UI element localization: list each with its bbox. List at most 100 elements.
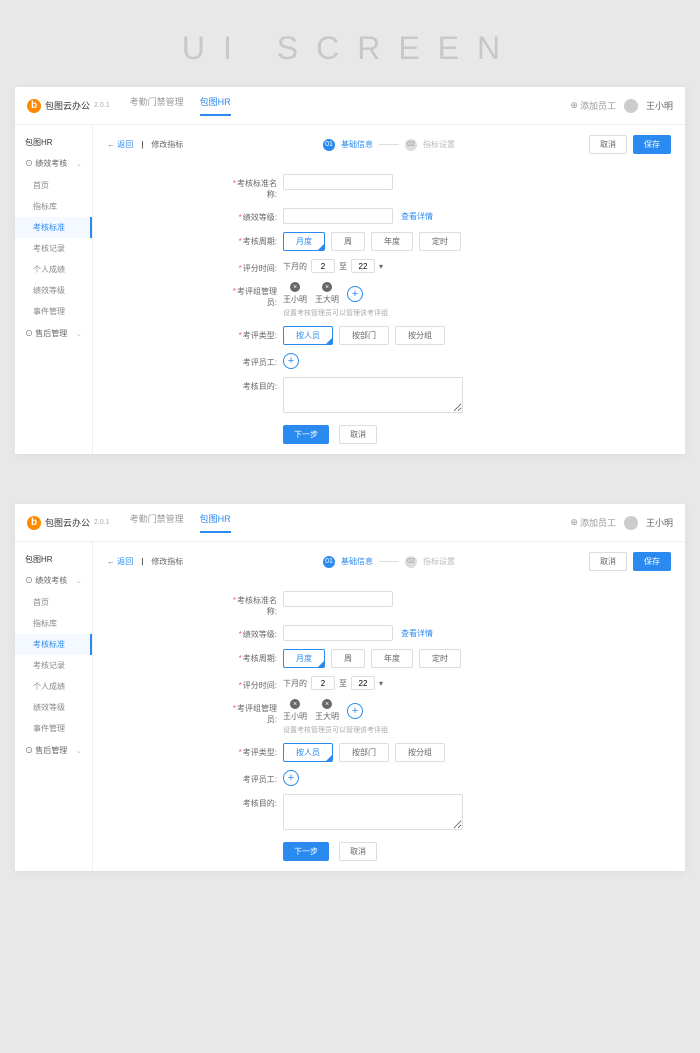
form-cancel-button[interactable]: 取消 <box>339 842 377 861</box>
avatar[interactable] <box>624 99 638 113</box>
step-1-num: 01 <box>323 556 335 568</box>
remove-person-icon[interactable]: × <box>322 282 332 292</box>
sidebar-section-aftersale[interactable]: ⊙ 售后管理⌄ <box>15 322 92 345</box>
type-tab[interactable]: 按部门 <box>339 743 389 762</box>
sidebar-item[interactable]: 个人成绩 <box>15 259 92 280</box>
date-to-input[interactable] <box>351 676 375 690</box>
form: 考核标准名称: 绩效等级:查看详情 考核周期:月度周年度定时 评分时间:下月的至… <box>107 591 671 861</box>
scope-tab[interactable]: 定时 <box>419 649 461 668</box>
level-select[interactable] <box>283 625 393 641</box>
cancel-button[interactable]: 取消 <box>589 135 627 154</box>
sidebar-item[interactable]: 绩效等级 <box>15 280 92 301</box>
sidebar-title: 包图HR <box>15 133 92 152</box>
name-input[interactable] <box>283 591 393 607</box>
add-employee-button[interactable]: ⊕添加员工 <box>570 516 616 529</box>
back-link[interactable]: ← 返回 <box>107 556 133 567</box>
top-tabs: 考勤门禁管理包图HR <box>130 95 231 116</box>
type-tab[interactable]: 按人员 <box>283 326 333 345</box>
page-title: UI SCREEN <box>0 0 700 87</box>
sidebar-item[interactable]: 考核标准 <box>15 217 92 238</box>
scope-tab[interactable]: 年度 <box>371 232 413 251</box>
scope-tab[interactable]: 月度 <box>283 232 325 251</box>
chevron-down-icon: ⌄ <box>76 160 82 168</box>
cancel-button[interactable]: 取消 <box>589 552 627 571</box>
form-cancel-button[interactable]: 取消 <box>339 425 377 444</box>
managers-row: ×王小明×王大明+ <box>283 282 671 305</box>
top-tab[interactable]: 包图HR <box>200 95 231 116</box>
save-button[interactable]: 保存 <box>633 135 671 154</box>
scope-tab[interactable]: 年度 <box>371 649 413 668</box>
scope-tabs: 月度周年度定时 <box>283 649 671 668</box>
purpose-textarea[interactable] <box>283 377 463 413</box>
type-tab[interactable]: 按部门 <box>339 326 389 345</box>
date-from-input[interactable] <box>311 259 335 273</box>
sidebar-item[interactable]: 首页 <box>15 175 92 196</box>
add-manager-button[interactable]: + <box>347 703 363 719</box>
scope-tab[interactable]: 周 <box>331 649 365 668</box>
person-chip: ×王大明 <box>315 699 339 722</box>
type-tab[interactable]: 按分组 <box>395 326 445 345</box>
sidebar-section-performance[interactable]: ⊙ 绩效考核⌄ <box>15 152 92 175</box>
date-prefix: 下月的 <box>283 678 307 689</box>
date-from-input[interactable] <box>311 676 335 690</box>
type-tab[interactable]: 按分组 <box>395 743 445 762</box>
back-link[interactable]: ← 返回 <box>107 139 133 150</box>
sidebar-item[interactable]: 考核标准 <box>15 634 92 655</box>
scope-tab[interactable]: 月度 <box>283 649 325 668</box>
logo-version: 2.0.1 <box>94 519 110 526</box>
view-detail-link[interactable]: 查看详情 <box>401 212 433 221</box>
purpose-textarea[interactable] <box>283 794 463 830</box>
save-button[interactable]: 保存 <box>633 552 671 571</box>
top-tab[interactable]: 考勤门禁管理 <box>130 95 184 116</box>
form-actions: 下一步 取消 <box>283 425 671 444</box>
add-employee-button[interactable]: ⊕添加员工 <box>570 99 616 112</box>
sidebar-section-performance[interactable]: ⊙ 绩效考核⌄ <box>15 569 92 592</box>
date-prefix: 下月的 <box>283 261 307 272</box>
type-label: 考评类型: <box>227 326 277 341</box>
avatar[interactable] <box>624 516 638 530</box>
purpose-label: 考核目的: <box>227 377 277 392</box>
staff-label: 考评员工: <box>227 770 277 785</box>
sidebar-section-aftersale[interactable]: ⊙ 售后管理⌄ <box>15 739 92 762</box>
scope-tab[interactable]: 周 <box>331 232 365 251</box>
breadcrumb-current: 修改指标 <box>151 556 183 567</box>
sidebar-item[interactable]: 指标库 <box>15 196 92 217</box>
manager-hint: 设置考核管理员可以管理该考评组 <box>283 725 671 735</box>
level-label: 绩效等级: <box>227 208 277 223</box>
remove-person-icon[interactable]: × <box>290 699 300 709</box>
add-manager-button[interactable]: + <box>347 286 363 302</box>
sidebar-item[interactable]: 事件管理 <box>15 301 92 322</box>
scope-tab[interactable]: 定时 <box>419 232 461 251</box>
next-button[interactable]: 下一步 <box>283 425 329 444</box>
add-staff-button[interactable]: + <box>283 770 299 786</box>
top-tabs: 考勤门禁管理包图HR <box>130 512 231 533</box>
view-detail-link[interactable]: 查看详情 <box>401 629 433 638</box>
main-area: 包图HR ⊙ 绩效考核⌄ 首页指标库考核标准考核记录个人成绩绩效等级事件管理 ⊙… <box>15 542 685 871</box>
remove-person-icon[interactable]: × <box>322 699 332 709</box>
sidebar-item[interactable]: 指标库 <box>15 613 92 634</box>
top-tab[interactable]: 考勤门禁管理 <box>130 512 184 533</box>
sidebar-item[interactable]: 首页 <box>15 592 92 613</box>
level-select[interactable] <box>283 208 393 224</box>
top-tab[interactable]: 包图HR <box>200 512 231 533</box>
step-1-label: 基础信息 <box>341 139 373 150</box>
date-to-input[interactable] <box>351 259 375 273</box>
divider: | <box>141 140 143 149</box>
sidebar-item[interactable]: 考核记录 <box>15 655 92 676</box>
app-window-1: b 包图云办公 2.0.1 考勤门禁管理包图HR ⊕添加员工 王小明 包图HR … <box>15 87 685 454</box>
sidebar-item[interactable]: 考核记录 <box>15 238 92 259</box>
type-label: 考评类型: <box>227 743 277 758</box>
type-tab[interactable]: 按人员 <box>283 743 333 762</box>
sidebar-item[interactable]: 个人成绩 <box>15 676 92 697</box>
name-input[interactable] <box>283 174 393 190</box>
person-name: 王大明 <box>315 294 339 305</box>
sidebar-item[interactable]: 绩效等级 <box>15 697 92 718</box>
sidebar-item[interactable]: 事件管理 <box>15 718 92 739</box>
remove-person-icon[interactable]: × <box>290 282 300 292</box>
add-staff-button[interactable]: + <box>283 353 299 369</box>
step-2-num: 02 <box>405 139 417 151</box>
next-button[interactable]: 下一步 <box>283 842 329 861</box>
logo-text: 包图云办公 <box>45 516 90 529</box>
manager-hint: 设置考核管理员可以管理该考评组 <box>283 308 671 318</box>
content-header: ← 返回 | 修改指标 01 基础信息 02 指标设置 取消 保存 <box>107 552 671 571</box>
